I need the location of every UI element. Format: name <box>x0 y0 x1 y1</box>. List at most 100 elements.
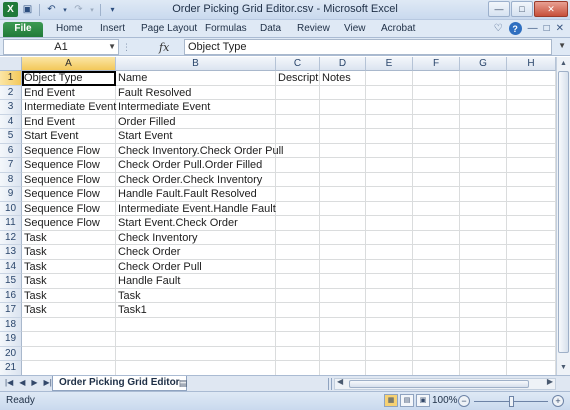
minimize-icon[interactable]: — <box>488 1 510 17</box>
cell-h21[interactable] <box>507 361 556 375</box>
vertical-scroll-thumb[interactable] <box>558 71 569 353</box>
column-header-e[interactable]: E <box>366 57 413 71</box>
cell-h5[interactable] <box>507 129 556 144</box>
cell-g1[interactable] <box>460 71 507 86</box>
cell-c7[interactable] <box>276 158 320 173</box>
tab-review[interactable]: Review <box>297 22 330 37</box>
chevron-down-icon[interactable]: ▼ <box>108 40 116 54</box>
zoom-in-button[interactable]: + <box>552 395 564 407</box>
cell-f4[interactable] <box>413 114 460 129</box>
cell-f13[interactable] <box>413 245 460 260</box>
cell-b18[interactable] <box>116 317 276 332</box>
cell-d20[interactable] <box>320 346 366 361</box>
page-layout-view-icon[interactable]: ▤ <box>400 394 414 407</box>
cell-d7[interactable] <box>320 158 366 173</box>
expand-formula-icon[interactable]: ▼ <box>558 41 566 50</box>
cell-e18[interactable] <box>366 317 413 332</box>
cell-d21[interactable] <box>320 361 366 375</box>
tab-acrobat[interactable]: Acrobat <box>381 22 415 37</box>
cell-e7[interactable] <box>366 158 413 173</box>
cell-d5[interactable] <box>320 129 366 144</box>
cell-g19[interactable] <box>460 332 507 347</box>
cell-f11[interactable] <box>413 216 460 231</box>
cell-h14[interactable] <box>507 259 556 274</box>
cell-a21[interactable] <box>22 361 116 375</box>
prev-sheet-icon[interactable]: ◀ <box>19 378 25 387</box>
cell-c11[interactable] <box>276 216 320 231</box>
cell-e14[interactable] <box>366 259 413 274</box>
cell-e9[interactable] <box>366 187 413 202</box>
cell-e6[interactable] <box>366 143 413 158</box>
cell-b5[interactable]: Start Event <box>116 129 276 144</box>
cell-g6[interactable] <box>460 143 507 158</box>
cell-c5[interactable] <box>276 129 320 144</box>
cell-f10[interactable] <box>413 201 460 216</box>
cell-d18[interactable] <box>320 317 366 332</box>
cell-a4[interactable]: End Event <box>22 114 116 129</box>
cell-b21[interactable] <box>116 361 276 375</box>
cell-a8[interactable]: Sequence Flow <box>22 172 116 187</box>
cell-e2[interactable] <box>366 85 413 100</box>
cell-h3[interactable] <box>507 100 556 115</box>
cell-g15[interactable] <box>460 274 507 289</box>
cell-c6[interactable] <box>276 143 320 158</box>
cell-e13[interactable] <box>366 245 413 260</box>
cell-a10[interactable]: Sequence Flow <box>22 201 116 216</box>
row-header[interactable]: 13 <box>0 245 22 260</box>
cell-c19[interactable] <box>276 332 320 347</box>
cell-g13[interactable] <box>460 245 507 260</box>
cell-f21[interactable] <box>413 361 460 375</box>
cell-f9[interactable] <box>413 187 460 202</box>
cell-d19[interactable] <box>320 332 366 347</box>
cell-g9[interactable] <box>460 187 507 202</box>
tab-data[interactable]: Data <box>260 22 281 37</box>
row-header[interactable]: 16 <box>0 288 22 303</box>
cell-b8[interactable]: Check Order.Check Inventory <box>116 172 276 187</box>
normal-view-icon[interactable]: ▦ <box>384 394 398 407</box>
cell-a11[interactable]: Sequence Flow <box>22 216 116 231</box>
cell-d12[interactable] <box>320 230 366 245</box>
cell-c12[interactable] <box>276 230 320 245</box>
column-header-c[interactable]: C <box>276 57 320 71</box>
row-header[interactable]: 2 <box>0 85 22 100</box>
cell-b14[interactable]: Check Order Pull <box>116 259 276 274</box>
cell-d9[interactable] <box>320 187 366 202</box>
tab-home[interactable]: Home <box>56 22 83 37</box>
cell-f7[interactable] <box>413 158 460 173</box>
row-header[interactable]: 7 <box>0 158 22 173</box>
row-header[interactable]: 12 <box>0 230 22 245</box>
cell-c20[interactable] <box>276 346 320 361</box>
cell-c3[interactable] <box>276 100 320 115</box>
cell-h2[interactable] <box>507 85 556 100</box>
cell-g21[interactable] <box>460 361 507 375</box>
cell-e12[interactable] <box>366 230 413 245</box>
formula-input[interactable]: Object Type <box>184 39 552 55</box>
cell-h19[interactable] <box>507 332 556 347</box>
row-header[interactable]: 8 <box>0 172 22 187</box>
cell-c8[interactable] <box>276 172 320 187</box>
cell-a12[interactable]: Task <box>22 230 116 245</box>
horizontal-scroll-thumb[interactable] <box>349 380 529 388</box>
cell-h17[interactable] <box>507 303 556 318</box>
cell-a9[interactable]: Sequence Flow <box>22 187 116 202</box>
cell-b17[interactable]: Task1 <box>116 303 276 318</box>
help-icon[interactable]: ? <box>508 22 522 35</box>
cell-e20[interactable] <box>366 346 413 361</box>
cell-f3[interactable] <box>413 100 460 115</box>
cell-d17[interactable] <box>320 303 366 318</box>
next-sheet-icon[interactable]: ▶ <box>31 378 37 387</box>
cell-h4[interactable] <box>507 114 556 129</box>
scroll-down-icon[interactable]: ▼ <box>557 361 570 374</box>
cell-g10[interactable] <box>460 201 507 216</box>
scroll-right-icon[interactable]: ▶ <box>547 377 553 386</box>
cell-f18[interactable] <box>413 317 460 332</box>
cell-h18[interactable] <box>507 317 556 332</box>
cell-c10[interactable] <box>276 201 320 216</box>
cell-a13[interactable]: Task <box>22 245 116 260</box>
cell-b6[interactable]: Check Inventory.Check Order Pull <box>116 143 283 158</box>
row-header[interactable]: 21 <box>0 361 22 375</box>
cell-b13[interactable]: Check Order <box>116 245 276 260</box>
row-header[interactable]: 3 <box>0 100 22 115</box>
row-header[interactable]: 14 <box>0 259 22 274</box>
cell-h8[interactable] <box>507 172 556 187</box>
